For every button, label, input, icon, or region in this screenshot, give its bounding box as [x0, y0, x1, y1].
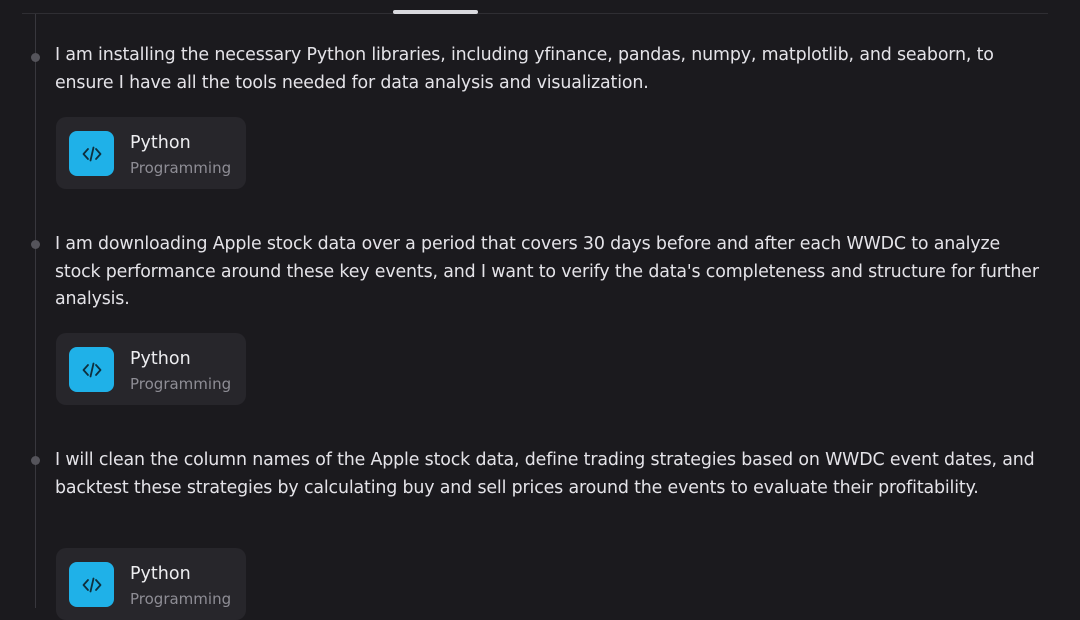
tool-name: Python [130, 564, 191, 584]
tool-name: Python [130, 133, 191, 153]
tool-card-python[interactable]: Python Programming [56, 548, 246, 620]
tool-category: Programming [130, 375, 232, 393]
step-description: I am installing the necessary Python lib… [55, 45, 994, 93]
tool-card-python[interactable]: Python Programming [56, 117, 246, 189]
step-bullet [31, 456, 40, 465]
tool-category: Programming [130, 159, 232, 177]
timeline-line [35, 14, 36, 608]
code-brackets-icon [69, 347, 114, 392]
code-brackets-icon [69, 562, 114, 607]
step-bullet [31, 240, 40, 249]
top-divider [22, 13, 1048, 14]
tool-name: Python [130, 349, 191, 369]
tool-category: Programming [130, 590, 232, 608]
step-bullet [31, 53, 40, 62]
step-description: I am downloading Apple stock data over a… [55, 234, 1039, 309]
tool-card-python[interactable]: Python Programming [56, 333, 246, 405]
code-brackets-icon [69, 131, 114, 176]
step-description: I will clean the column names of the App… [55, 450, 1035, 498]
active-tab-indicator [393, 10, 478, 14]
